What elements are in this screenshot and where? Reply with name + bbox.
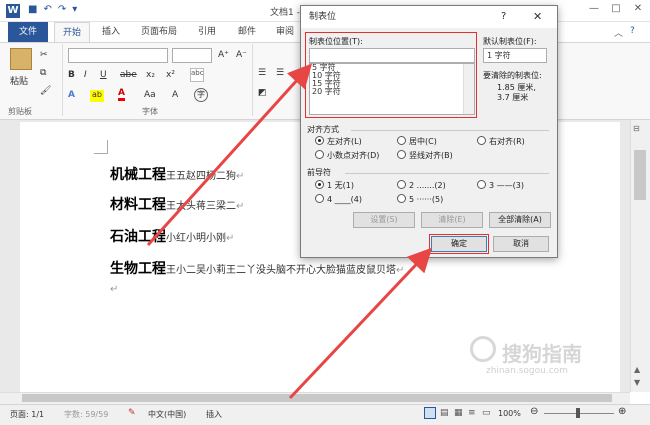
arrow-to-position-list: [146, 63, 313, 247]
arrow-to-ok-button: [288, 247, 433, 400]
annotation-arrows: [146, 63, 433, 400]
